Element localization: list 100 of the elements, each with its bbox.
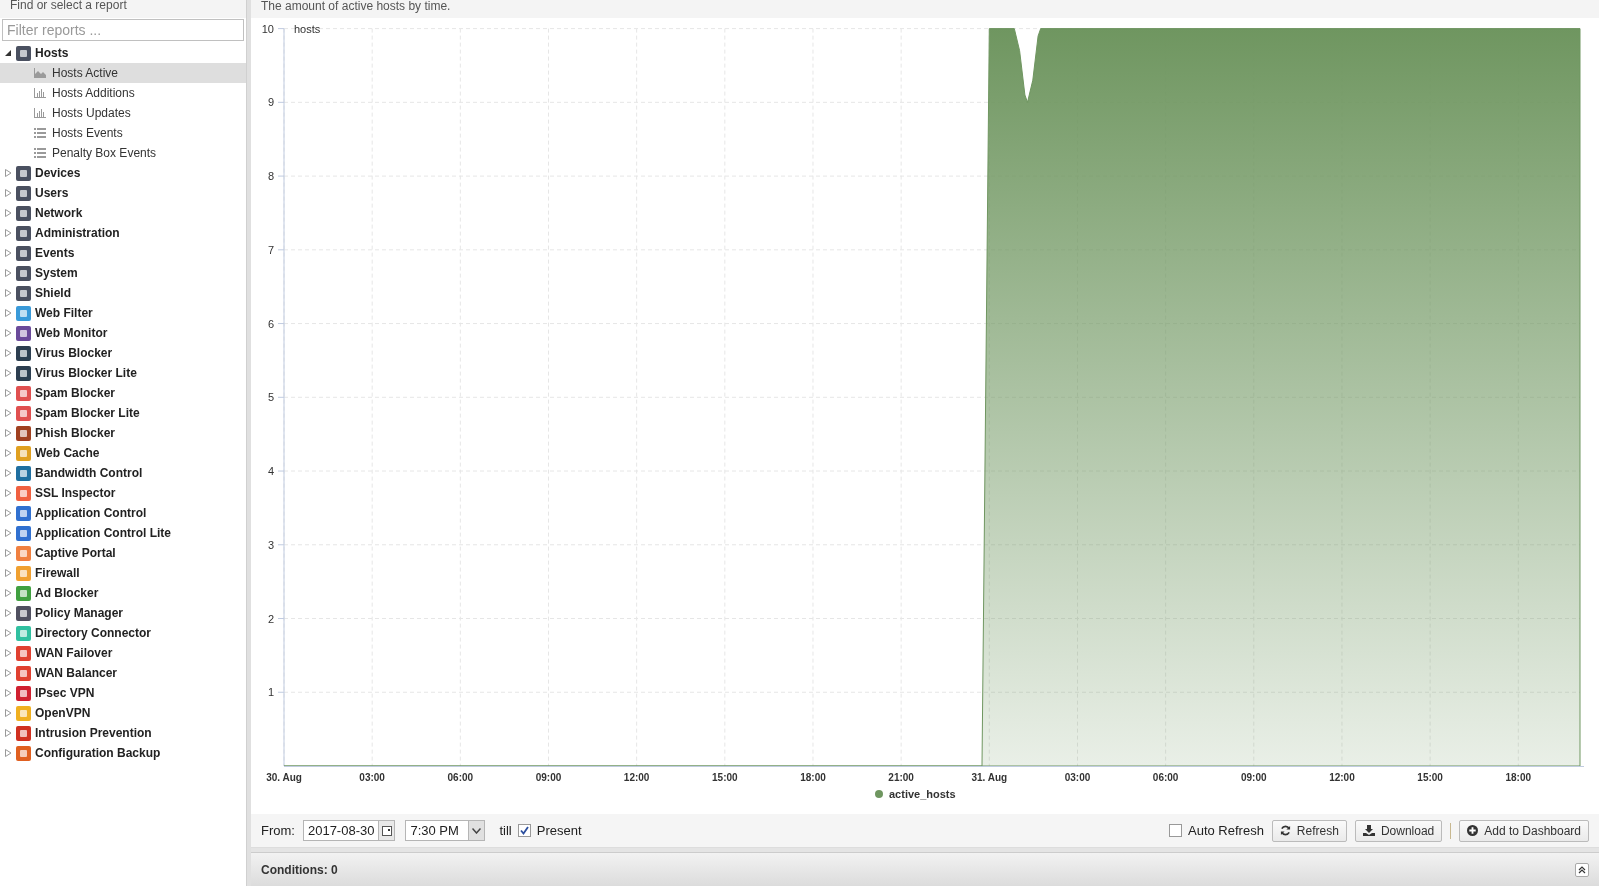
collapsed-triangle-icon[interactable] — [5, 569, 12, 577]
collapsed-triangle-icon[interactable] — [5, 249, 12, 257]
collapsed-triangle-icon[interactable] — [5, 629, 12, 637]
tree-item[interactable]: SSL Inspector — [0, 483, 246, 503]
download-icon — [1362, 825, 1375, 836]
collapsed-triangle-icon[interactable] — [5, 349, 12, 357]
collapsed-triangle-icon[interactable] — [5, 429, 12, 437]
tree-item[interactable]: Firewall — [0, 563, 246, 583]
tree-item[interactable]: Spam Blocker — [0, 383, 246, 403]
collapsed-triangle-icon[interactable] — [5, 649, 12, 657]
axis-label: 15:00 — [712, 772, 738, 783]
tree-item[interactable]: Administration — [0, 223, 246, 243]
toolbar-button[interactable]: Refresh — [1271, 819, 1347, 842]
auto-refresh-checkbox[interactable] — [1169, 824, 1182, 837]
tree-item[interactable]: IPsec VPN — [0, 683, 246, 703]
tree-item[interactable]: Application Control Lite — [0, 523, 246, 543]
tree-item[interactable]: Directory Connector — [0, 623, 246, 643]
tree-item[interactable]: Bandwidth Control — [0, 463, 246, 483]
tree-item[interactable]: Users — [0, 183, 246, 203]
collapse-icon[interactable] — [1575, 862, 1589, 877]
collapsed-triangle-icon[interactable] — [5, 549, 12, 557]
collapsed-triangle-icon[interactable] — [5, 529, 12, 537]
collapsed-triangle-icon[interactable] — [5, 209, 12, 217]
collapsed-triangle-icon[interactable] — [5, 729, 12, 737]
axis-label: 4 — [267, 465, 274, 478]
bar-chart-icon — [34, 108, 46, 118]
tree-item[interactable]: WAN Failover — [0, 643, 246, 663]
time-dropdown[interactable]: 7:30 PM — [405, 820, 486, 841]
axis-label: 03:00 — [359, 772, 385, 783]
add-circle-icon — [1467, 825, 1479, 836]
tree-item[interactable]: Web Filter — [0, 303, 246, 323]
tree-item[interactable]: Application Control — [0, 503, 246, 523]
filter-field[interactable]: Filter reports ... — [2, 19, 244, 41]
axis-label: 2 — [267, 612, 274, 625]
report-item[interactable]: Hosts Additions — [0, 83, 246, 103]
collapsed-triangle-icon[interactable] — [5, 389, 12, 397]
report-item[interactable]: Penalty Box Events — [0, 143, 246, 163]
tree-item[interactable]: Network — [0, 203, 246, 223]
toolbar-button[interactable]: Add to Dashboard — [1459, 819, 1589, 842]
tree-item[interactable]: Spam Blocker Lite — [0, 403, 246, 423]
area-chart-icon — [34, 68, 46, 78]
date-field[interactable]: 2017-08-30 — [302, 820, 396, 841]
axis-label: 6 — [267, 317, 274, 330]
tree-item[interactable]: Ad Blocker — [0, 583, 246, 603]
tree-item[interactable]: Virus Blocker — [0, 343, 246, 363]
tree-item[interactable]: Captive Portal — [0, 543, 246, 563]
tree-item[interactable]: Policy Manager — [0, 603, 246, 623]
tree-item[interactable]: Hosts — [0, 43, 246, 63]
collapsed-triangle-icon[interactable] — [5, 369, 12, 377]
tree-item[interactable]: Intrusion Prevention — [0, 723, 246, 743]
report-item[interactable]: Hosts Active — [0, 63, 246, 83]
axis-label: 1 — [267, 686, 274, 699]
from-label: From: — [261, 821, 295, 840]
collapsed-triangle-icon[interactable] — [5, 309, 12, 317]
tree-item[interactable]: System — [0, 263, 246, 283]
expanded-triangle-icon[interactable] — [5, 49, 12, 57]
tree-item[interactable]: Web Cache — [0, 443, 246, 463]
axis-label: 30. Aug — [266, 772, 302, 783]
caret-icon — [472, 827, 482, 834]
axis-label: 3 — [267, 538, 274, 551]
collapsed-triangle-icon[interactable] — [5, 589, 12, 597]
collapsed-triangle-icon[interactable] — [5, 269, 12, 277]
tree-item[interactable]: Phish Blocker — [0, 423, 246, 443]
collapsed-triangle-icon[interactable] — [5, 449, 12, 457]
axis-label: 06:00 — [1152, 772, 1179, 783]
tree-item[interactable]: WAN Balancer — [0, 663, 246, 683]
axis-title: hosts — [294, 22, 321, 35]
tree-item[interactable]: Shield — [0, 283, 246, 303]
list-icon — [34, 148, 46, 158]
checkbox-label: Auto Refresh — [1188, 821, 1264, 840]
tree-item[interactable]: Devices — [0, 163, 246, 183]
report-description: The amount of active hosts by time. — [251, 0, 1599, 18]
collapsed-triangle-icon[interactable] — [5, 329, 12, 337]
legend-label[interactable]: active_hosts — [889, 788, 956, 800]
panel-title: Find or select a report — [0, 0, 246, 18]
collapsed-triangle-icon[interactable] — [5, 709, 12, 717]
axis-label: 12:00 — [623, 772, 650, 783]
collapsed-triangle-icon[interactable] — [5, 669, 12, 677]
axis-label: 7 — [267, 243, 274, 256]
tree-item[interactable]: OpenVPN — [0, 703, 246, 723]
report-item[interactable]: Hosts Updates — [0, 103, 246, 123]
axis-label: 03:00 — [1064, 772, 1091, 783]
present-checkbox[interactable] — [517, 824, 531, 837]
tree-item[interactable]: Configuration Backup — [0, 743, 246, 763]
report-item[interactable]: Hosts Events — [0, 123, 246, 143]
collapsed-triangle-icon[interactable] — [5, 189, 12, 197]
collapsed-triangle-icon[interactable] — [5, 289, 12, 297]
tree-item[interactable]: Virus Blocker Lite — [0, 363, 246, 383]
collapsed-triangle-icon[interactable] — [5, 689, 12, 697]
tree-item[interactable]: Web Monitor — [0, 323, 246, 343]
collapsed-triangle-icon[interactable] — [5, 229, 12, 237]
collapsed-triangle-icon[interactable] — [5, 169, 12, 177]
collapsed-triangle-icon[interactable] — [5, 609, 12, 617]
collapsed-triangle-icon[interactable] — [5, 409, 12, 417]
toolbar-button[interactable]: Download — [1354, 819, 1443, 842]
collapsed-triangle-icon[interactable] — [5, 489, 12, 497]
collapsed-triangle-icon[interactable] — [5, 469, 12, 477]
collapsed-triangle-icon[interactable] — [5, 749, 12, 757]
tree-item[interactable]: Events — [0, 243, 246, 263]
collapsed-triangle-icon[interactable] — [5, 509, 12, 517]
